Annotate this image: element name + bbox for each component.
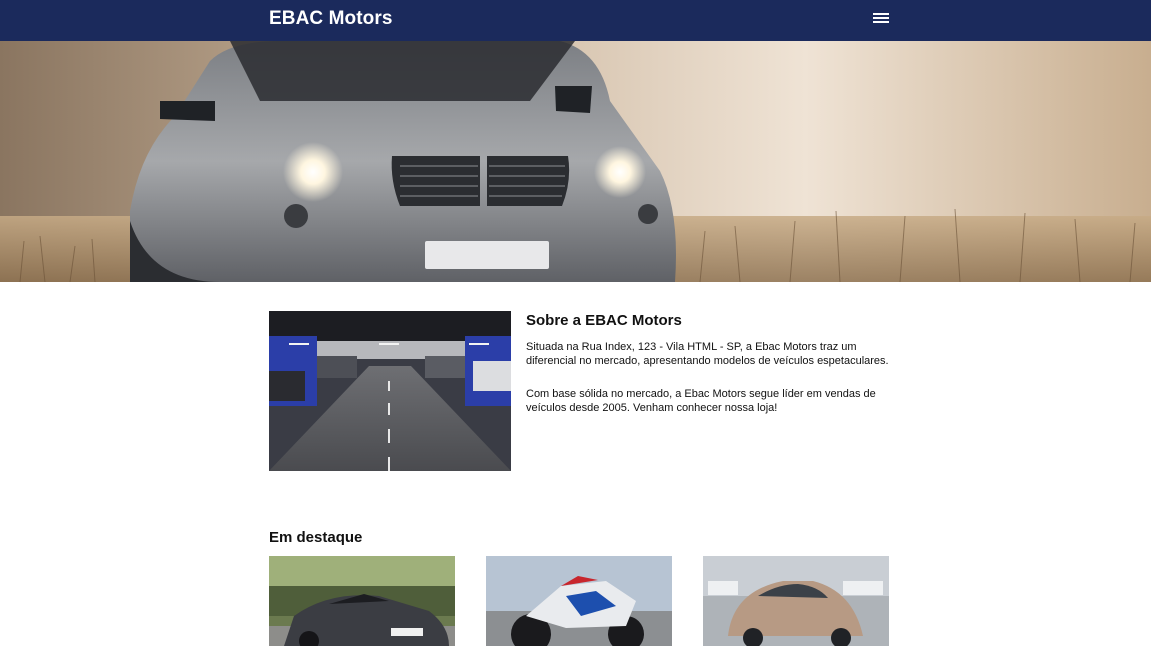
featured-card-motorcycle[interactable] [486, 556, 672, 646]
site-logo[interactable]: EBAC Motors [269, 8, 393, 30]
gray-roadster-image [269, 556, 455, 646]
hamburger-menu-icon[interactable] [873, 13, 889, 25]
about-paragraph-1: Situada na Rua Index, 123 - Vila HTML - … [526, 341, 889, 367]
featured-title: Em destaque [269, 529, 363, 546]
beetle-car-image [703, 556, 889, 646]
top-header: EBAC Motors [0, 0, 1151, 41]
featured-card-beetle[interactable] [703, 556, 889, 646]
featured-cards [269, 556, 889, 646]
parking-garage-image [269, 311, 511, 471]
motorcycle-image [486, 556, 672, 646]
featured-card-roadster[interactable] [269, 556, 455, 646]
hero-banner [0, 41, 1151, 282]
about-text: Sobre a EBAC Motors Situada na Rua Index… [526, 311, 889, 415]
about-paragraph-2: Com base sólida no mercado, a Ebac Motor… [526, 388, 876, 414]
about-title: Sobre a EBAC Motors [526, 312, 682, 329]
hero-suv-car-image [0, 41, 1151, 282]
featured-section: Em destaque [269, 529, 889, 646]
